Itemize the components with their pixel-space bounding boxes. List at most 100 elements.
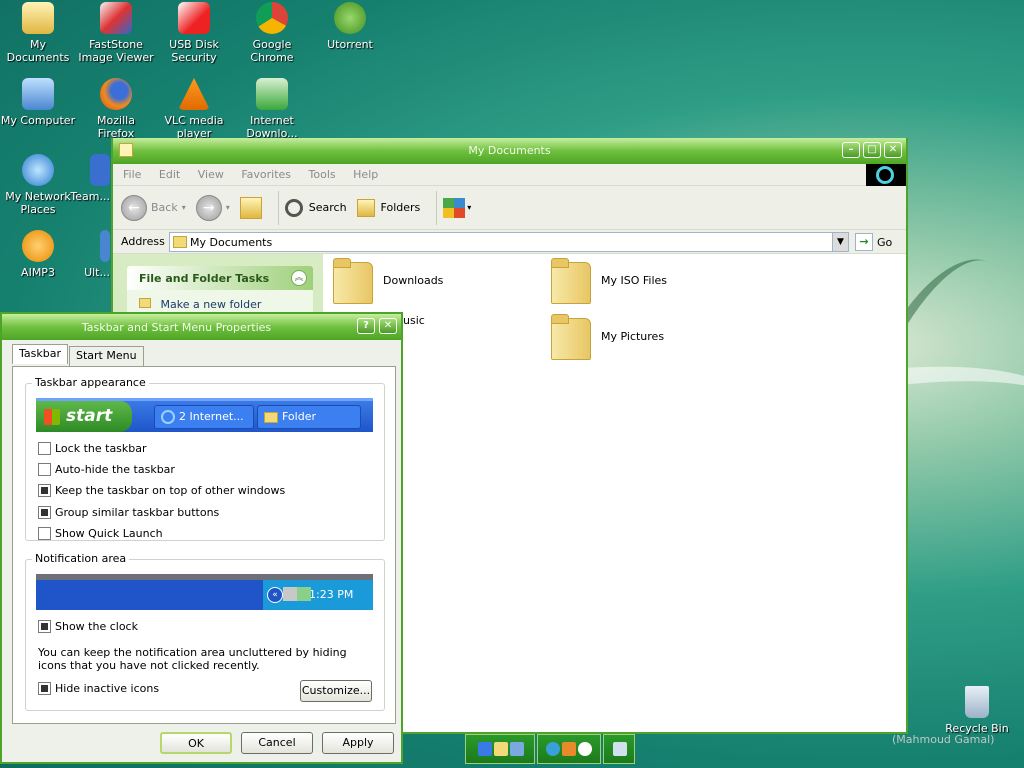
vlc-cone-icon <box>178 78 210 110</box>
folders-button[interactable]: Folders <box>356 198 420 217</box>
ie-icon <box>161 410 175 424</box>
throbber-icon <box>876 166 894 184</box>
chevron-down-icon: ▾ <box>181 203 186 212</box>
maximize-button[interactable]: □ <box>863 142 881 158</box>
desktop-icon-recycle-bin[interactable]: Recycle Bin <box>938 686 1016 735</box>
desktop-icon-usb-security[interactable]: USB Disk Security <box>156 2 232 64</box>
network-icon <box>283 587 297 601</box>
tray-preview: « 1:23 PM <box>263 580 373 610</box>
quick-launch-checkbox[interactable]: Show Quick Launch <box>38 527 163 540</box>
file-item-my-iso-files[interactable]: My ISO Files <box>551 258 751 304</box>
desktop-icon-firefox[interactable]: Mozilla Firefox <box>78 78 154 140</box>
show-desktop-icon[interactable] <box>478 742 492 756</box>
address-dropdown[interactable]: ▼ <box>832 233 848 251</box>
explorer-icon[interactable] <box>494 742 508 756</box>
firefox-icon <box>100 78 132 110</box>
tab-start-menu[interactable]: Start Menu <box>69 346 144 366</box>
folder-button-preview: Folder <box>257 405 361 429</box>
go-button[interactable]: → Go <box>855 233 892 251</box>
up-button[interactable] <box>239 196 262 219</box>
taskbar-preview: start 2 Internet... Folder <box>36 398 373 432</box>
desktop-icon-faststone[interactable]: FastStone Image Viewer <box>78 2 154 64</box>
chevron-down-icon: ▾ <box>467 203 472 212</box>
teamviewer-icon <box>90 154 110 186</box>
checkbox-box <box>38 484 51 497</box>
keep-on-top-checkbox[interactable]: Keep the taskbar on top of other windows <box>38 484 285 497</box>
collapse-icon[interactable]: ︽ <box>291 270 307 286</box>
clock-icon[interactable] <box>578 742 592 756</box>
menu-favorites[interactable]: Favorites <box>241 164 291 186</box>
file-item-downloads[interactable]: Downloads <box>333 258 533 304</box>
cancel-button[interactable]: Cancel <box>241 732 313 754</box>
search-icon <box>284 198 303 217</box>
lock-taskbar-checkbox[interactable]: Lock the taskbar <box>38 442 147 455</box>
show-clock-checkbox[interactable]: Show the clock <box>38 620 138 633</box>
desktop-icon-my-computer[interactable]: My Computer <box>0 78 76 127</box>
search-button[interactable]: Search <box>284 198 347 217</box>
download-manager-icon <box>256 78 288 110</box>
new-folder-icon <box>139 298 151 308</box>
back-arrow-icon: ← <box>121 194 147 221</box>
taskbar-properties-dialog[interactable]: Taskbar and Start Menu Properties ? ✕ Ta… <box>0 312 403 764</box>
network-globe-icon <box>22 154 54 186</box>
faststone-icon <box>100 2 132 34</box>
menu-file[interactable]: File <box>123 164 141 186</box>
group-label: Notification area <box>32 552 130 565</box>
media-icon[interactable] <box>562 742 576 756</box>
desktop-icon-vlc[interactable]: VLC media player <box>156 78 232 140</box>
windows-flag-icon <box>44 409 60 425</box>
recycle-bin-icon[interactable] <box>613 742 627 756</box>
desktop-icon-utorrent[interactable]: Utorrent <box>312 2 388 51</box>
views-button[interactable]: ▾ <box>443 197 472 218</box>
desktop-icon-team[interactable]: Team... <box>62 154 110 203</box>
file-folder-tasks-header[interactable]: File and Folder Tasks ︽ <box>127 266 313 290</box>
explorer-titlebar[interactable]: My Documents – □ ✕ <box>113 138 906 164</box>
checkbox-box <box>38 506 51 519</box>
tab-taskbar[interactable]: Taskbar <box>12 344 68 364</box>
address-input[interactable]: My Documents ▼ <box>169 232 849 252</box>
notification-area-group: Notification area « 1:23 PM Show the clo… <box>25 552 385 711</box>
notification-note: You can keep the notification area unclu… <box>38 646 347 672</box>
switch-windows-icon[interactable] <box>510 742 524 756</box>
desktop-icon-idm[interactable]: Internet Downlo... <box>234 78 310 140</box>
toolbar-separator <box>436 190 438 225</box>
folders-icon <box>356 198 375 217</box>
menu-view[interactable]: View <box>198 164 224 186</box>
menu-edit[interactable]: Edit <box>159 164 180 186</box>
quick-launch-strip <box>465 734 535 764</box>
ok-button[interactable]: OK <box>160 732 232 754</box>
hide-inactive-checkbox[interactable]: Hide inactive icons <box>38 682 159 695</box>
desktop-icon-my-documents[interactable]: My Documents <box>0 2 76 64</box>
folder-icon <box>173 236 187 248</box>
close-button[interactable]: ✕ <box>884 142 902 158</box>
notification-preview: « 1:23 PM <box>36 574 373 610</box>
ultra-app-icon <box>100 230 110 262</box>
auto-hide-checkbox[interactable]: Auto-hide the taskbar <box>38 463 175 476</box>
menu-tools[interactable]: Tools <box>309 164 336 186</box>
file-item-my-pictures[interactable]: My Pictures <box>551 314 751 360</box>
forward-button[interactable]: → ▾ <box>195 194 230 221</box>
checkbox-box <box>38 463 51 476</box>
aimp-icon <box>22 230 54 262</box>
volume-icon <box>297 587 311 601</box>
help-button[interactable]: ? <box>357 318 375 334</box>
apply-button[interactable]: Apply <box>322 732 394 754</box>
window-title: My Documents <box>468 144 551 157</box>
forward-arrow-icon: → <box>195 194 222 221</box>
network-icon[interactable] <box>546 742 560 756</box>
folder-icon <box>22 2 54 34</box>
back-button[interactable]: ← Back ▾ <box>121 194 186 221</box>
desktop-icon-chrome[interactable]: Google Chrome <box>234 2 310 64</box>
dialog-titlebar[interactable]: Taskbar and Start Menu Properties ? ✕ <box>2 314 401 340</box>
minimize-button[interactable]: – <box>842 142 860 158</box>
address-bar: Address My Documents ▼ → Go <box>113 230 906 254</box>
group-buttons-checkbox[interactable]: Group similar taskbar buttons <box>38 506 219 519</box>
desktop-icon-ult[interactable]: Ult... <box>80 230 110 279</box>
start-button-preview: start <box>36 401 132 432</box>
checkbox-box <box>38 442 51 455</box>
menu-help[interactable]: Help <box>353 164 378 186</box>
desktop-icon-aimp3[interactable]: AIMP3 <box>0 230 76 279</box>
customize-button[interactable]: Customize... <box>300 680 372 702</box>
close-button[interactable]: ✕ <box>379 318 397 334</box>
chevron-down-icon: ▾ <box>225 203 230 212</box>
